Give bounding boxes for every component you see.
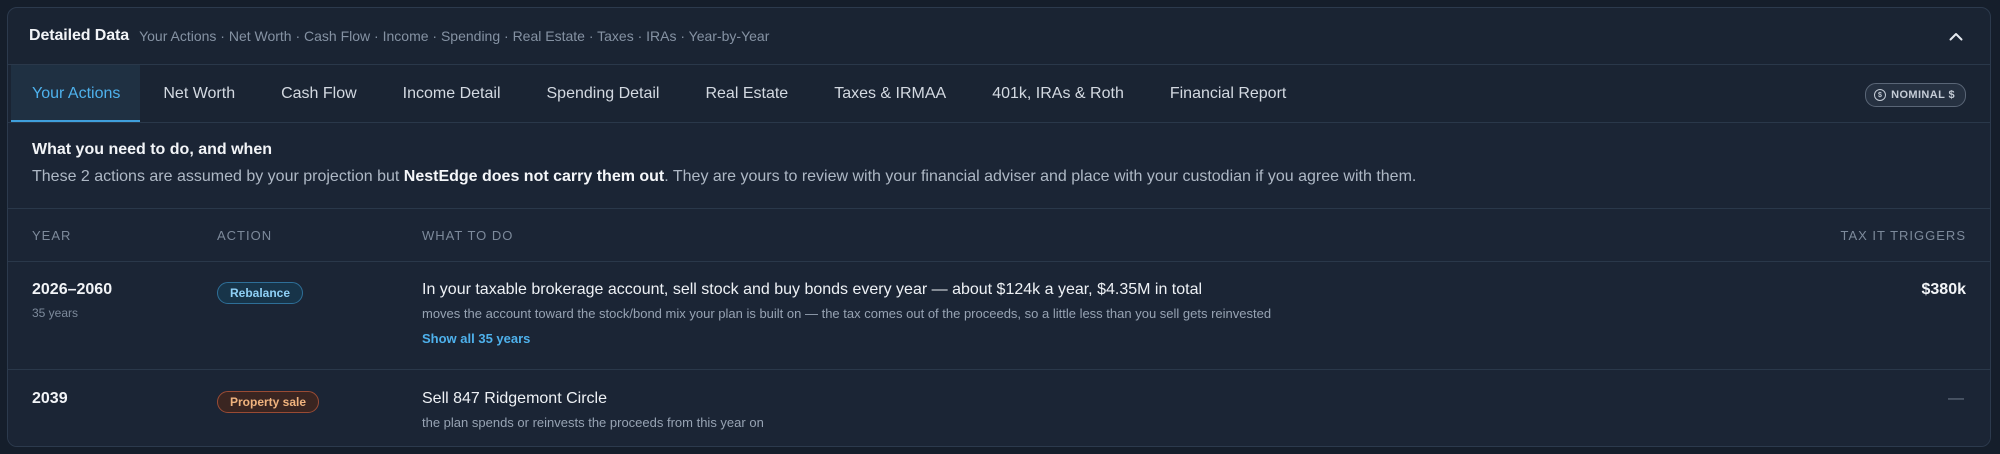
tab-cash-flow[interactable]: Cash Flow	[258, 65, 380, 122]
column-header-action: ACTION	[217, 227, 273, 243]
tab-real-estate[interactable]: Real Estate	[682, 65, 811, 122]
nominal-dollars-toggle[interactable]: $ NOMINAL $	[1865, 83, 1966, 107]
tab-net-worth[interactable]: Net Worth	[140, 65, 258, 122]
intro-section: What you need to do, and when These 2 ac…	[8, 123, 1990, 209]
coin-icon: $	[1874, 89, 1887, 101]
chevron-up-icon	[1949, 32, 1963, 40]
column-header-year: YEAR	[32, 227, 72, 243]
row-tax: —	[1948, 390, 1964, 407]
nominal-badge-label: NOMINAL $	[1891, 89, 1955, 101]
row-year: 2039	[32, 390, 68, 407]
row-tax: $380k	[1921, 281, 1967, 298]
tab-your-actions[interactable]: Your Actions	[11, 65, 141, 122]
column-header-tax: TAX IT TRIGGERS	[1840, 227, 1966, 243]
row-what-sub: the plan spends or reinvests the proceed…	[422, 415, 764, 430]
table-row: 2026–2060 35 years Rebalance In your tax…	[8, 262, 1990, 370]
tab-401k-iras-roth[interactable]: 401k, IRAs & Roth	[969, 65, 1147, 122]
column-header-what: WHAT TO DO	[422, 227, 514, 243]
intro-text-before: These 2 actions are assumed by your proj…	[32, 168, 404, 185]
row-what-sub: moves the account toward the stock/bond …	[422, 306, 1272, 321]
table-header: YEAR ACTION WHAT TO DO TAX IT TRIGGERS	[8, 209, 1990, 262]
card-header[interactable]: Detailed Data Your Actions · Net Worth ·…	[8, 8, 1990, 64]
tab-taxes-irmaa[interactable]: Taxes & IRMAA	[811, 65, 969, 122]
row-what: Sell 847 Ridgemont Circle	[422, 390, 607, 407]
collapse-button[interactable]	[1944, 24, 1968, 48]
row-year: 2026–2060	[32, 281, 113, 298]
card-title: Detailed Data	[29, 27, 130, 44]
table-row: 2039 Property sale Sell 847 Ridgemont Ci…	[8, 370, 1990, 446]
intro-text-after: . They are yours to review with your fin…	[664, 168, 1417, 185]
card-subtitle: Your Actions · Net Worth · Cash Flow · I…	[139, 28, 770, 44]
rebalance-badge: Rebalance	[217, 282, 304, 304]
intro-title: What you need to do, and when	[32, 141, 272, 158]
detailed-data-card: Detailed Data Your Actions · Net Worth ·…	[7, 7, 1991, 447]
your-actions-panel: What you need to do, and when These 2 ac…	[8, 122, 1990, 446]
tab-financial-report[interactable]: Financial Report	[1147, 65, 1310, 122]
tab-income-detail[interactable]: Income Detail	[380, 65, 524, 122]
intro-text: These 2 actions are assumed by your proj…	[32, 168, 1990, 186]
intro-text-bold: NestEdge does not carry them out	[403, 168, 665, 185]
row-year-sub: 35 years	[32, 306, 79, 320]
show-all-years-link[interactable]: Show all 35 years	[422, 331, 530, 346]
property-sale-badge: Property sale	[217, 391, 320, 413]
tab-bar: Your Actions Net Worth Cash Flow Income …	[8, 64, 1990, 122]
tab-spending-detail[interactable]: Spending Detail	[524, 65, 683, 122]
row-what: In your taxable brokerage account, sell …	[422, 281, 1203, 298]
